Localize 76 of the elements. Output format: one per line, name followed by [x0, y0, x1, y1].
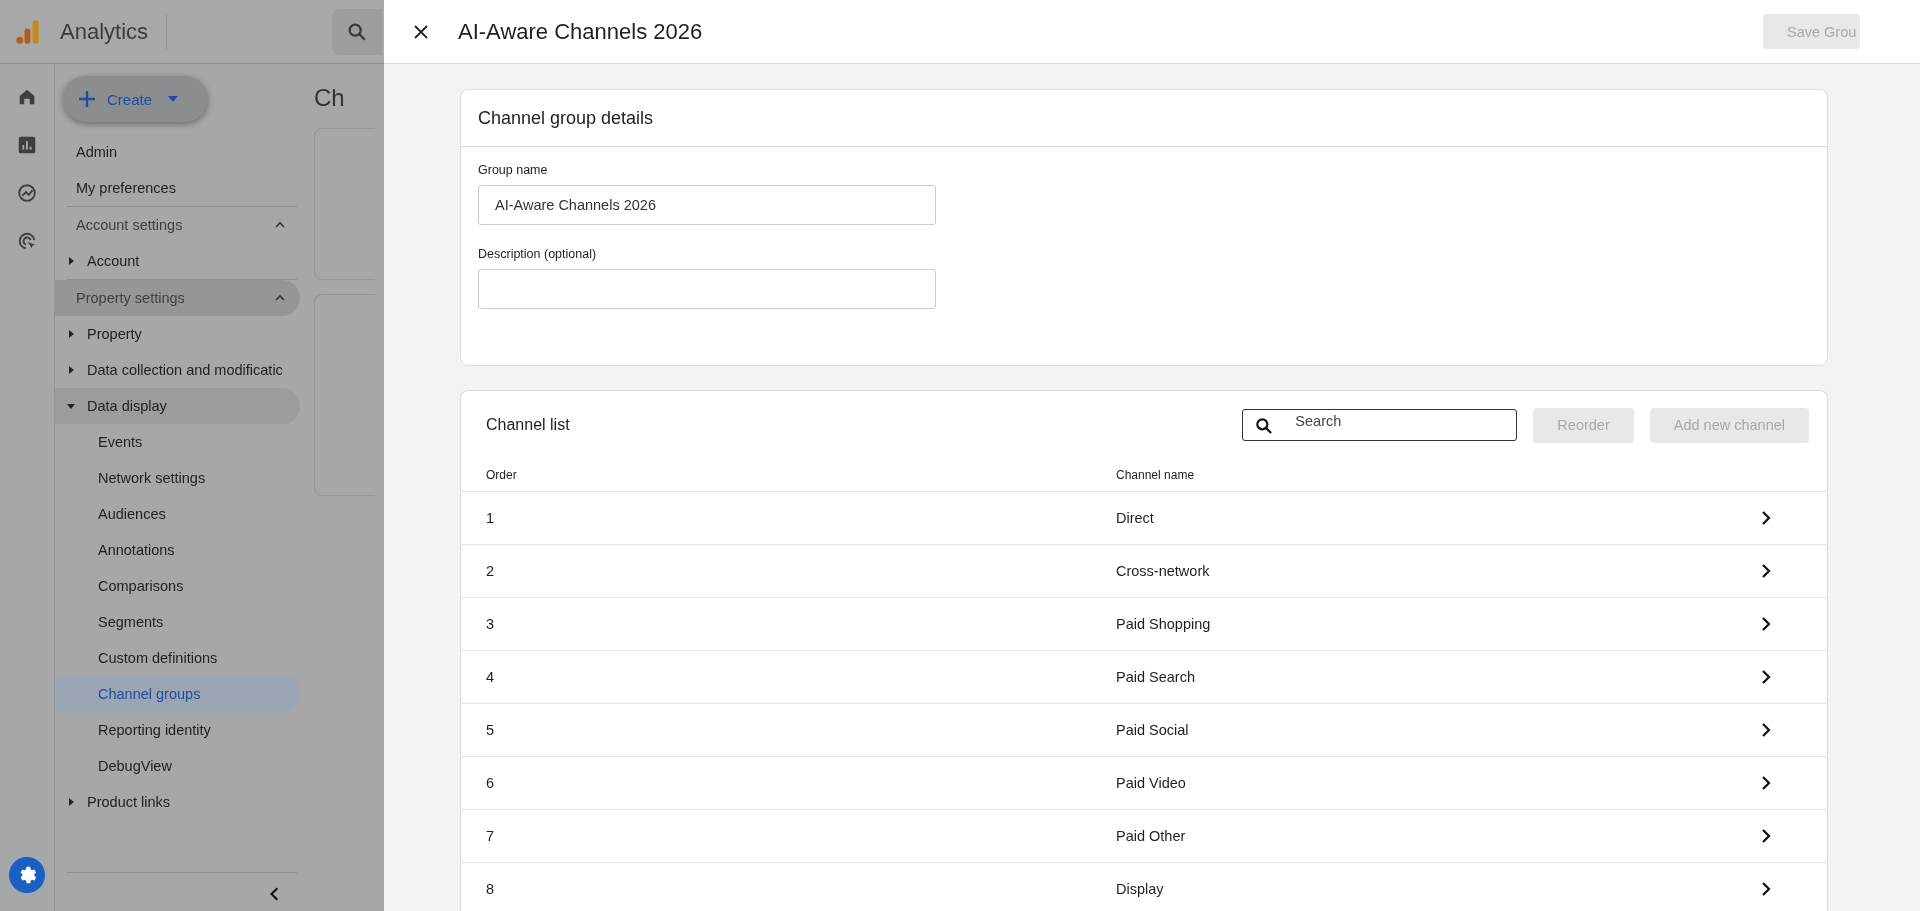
- table-row[interactable]: 2 Cross-network: [461, 545, 1827, 598]
- chevron-right-icon: [1761, 723, 1771, 737]
- table-cell-text: 4: [486, 669, 496, 685]
- caret-icon: [67, 366, 75, 374]
- field-label: Description (optional): [478, 247, 598, 261]
- table-cell-text: Cross-network: [1116, 563, 1211, 579]
- table-row[interactable]: 5 Paid Social: [461, 704, 1827, 757]
- nav-item[interactable]: Audiences: [55, 496, 300, 532]
- section-header[interactable]: Account settings: [55, 207, 300, 243]
- chevron-right-icon: [1761, 776, 1771, 790]
- chevron-right-icon: [1761, 670, 1771, 684]
- nav-item[interactable]: Segments: [55, 604, 300, 640]
- plus-icon: [79, 91, 95, 107]
- caret-icon: [67, 798, 75, 806]
- nav-group[interactable]: Data collection and modificatic: [55, 352, 300, 388]
- nav-link[interactable]: My preferences: [55, 170, 300, 206]
- table-cell-text: Display: [1116, 881, 1165, 897]
- card-title: Channel group details: [461, 90, 1827, 147]
- column-header: Channel name: [1116, 468, 1196, 482]
- table-row[interactable]: 6 Paid Video: [461, 757, 1827, 810]
- page-title: Ch: [314, 84, 346, 112]
- nav-item[interactable]: Network settings: [55, 460, 300, 496]
- caret-icon: [67, 402, 75, 410]
- table-row[interactable]: 4 Paid Search: [461, 651, 1827, 704]
- chevron-right-icon: [1761, 511, 1771, 525]
- chevron-right-icon: [1761, 882, 1771, 896]
- nav-item[interactable]: Comparisons: [55, 568, 300, 604]
- table-cell-text: 5: [486, 722, 496, 738]
- search-field[interactable]: Search: [1242, 409, 1518, 441]
- table-row[interactable]: 1 Direct: [461, 492, 1827, 545]
- table-cell-text: Paid Shopping: [1116, 616, 1212, 632]
- input-field[interactable]: [478, 269, 936, 309]
- nav-group[interactable]: Data display: [55, 388, 300, 424]
- nav-item[interactable]: Annotations: [55, 532, 300, 568]
- input-field[interactable]: AI-Aware Channels 2026: [478, 185, 936, 225]
- analytics-logo-icon: [14, 17, 42, 46]
- table-cell-text: Paid Search: [1116, 669, 1196, 685]
- column-header: Order: [486, 468, 518, 482]
- target-cursor-icon[interactable]: [16, 230, 38, 252]
- search-icon: [1254, 416, 1275, 436]
- nav-item[interactable]: Events: [55, 424, 300, 460]
- search-field[interactable]: [332, 8, 383, 55]
- table-cell-text: Paid Other: [1116, 828, 1187, 844]
- panel-title: AI-Aware Channels 2026: [458, 18, 703, 45]
- app-name: Analytics: [60, 18, 149, 45]
- card-title: Channel list: [486, 416, 570, 434]
- table-row[interactable]: 3 Paid Shopping: [461, 598, 1827, 651]
- table-row[interactable]: 7 Paid Other: [461, 810, 1827, 863]
- table-cell-text: 8: [486, 881, 496, 897]
- caret-icon: [67, 257, 75, 265]
- trend-icon[interactable]: [16, 182, 38, 204]
- table-cell-text: Direct: [1116, 510, 1155, 526]
- table-cell-text: 2: [486, 563, 496, 579]
- bar-chart-icon[interactable]: [16, 134, 38, 156]
- table-cell-text: Paid Social: [1116, 722, 1190, 738]
- chevron-right-icon: [1761, 617, 1771, 631]
- nav-link[interactable]: Admin: [55, 134, 300, 170]
- field-label: Group name: [478, 163, 549, 177]
- settings-button[interactable]: [9, 857, 45, 893]
- nav-group[interactable]: Account: [55, 243, 300, 279]
- table-cell-text: 7: [486, 828, 496, 844]
- section-header[interactable]: Property settings: [55, 280, 300, 316]
- nav-item[interactable]: Custom definitions: [55, 640, 300, 676]
- nav-group[interactable]: Product links: [55, 784, 300, 820]
- close-icon: [414, 24, 428, 39]
- table-cell-text: Paid Video: [1116, 775, 1187, 791]
- table-cell-text: 6: [486, 775, 496, 791]
- nav-item[interactable]: Reporting identity: [55, 712, 300, 748]
- table-cell-text: 3: [486, 616, 496, 632]
- chevron-right-icon: [1761, 829, 1771, 843]
- nav-item[interactable]: DebugView: [55, 748, 300, 784]
- caret-icon: [67, 330, 75, 338]
- chevron-right-icon: [1761, 564, 1771, 578]
- table-row[interactable]: 8 Display: [461, 863, 1827, 911]
- table-cell-text: 1: [486, 510, 496, 526]
- nav-group[interactable]: Property: [55, 316, 300, 352]
